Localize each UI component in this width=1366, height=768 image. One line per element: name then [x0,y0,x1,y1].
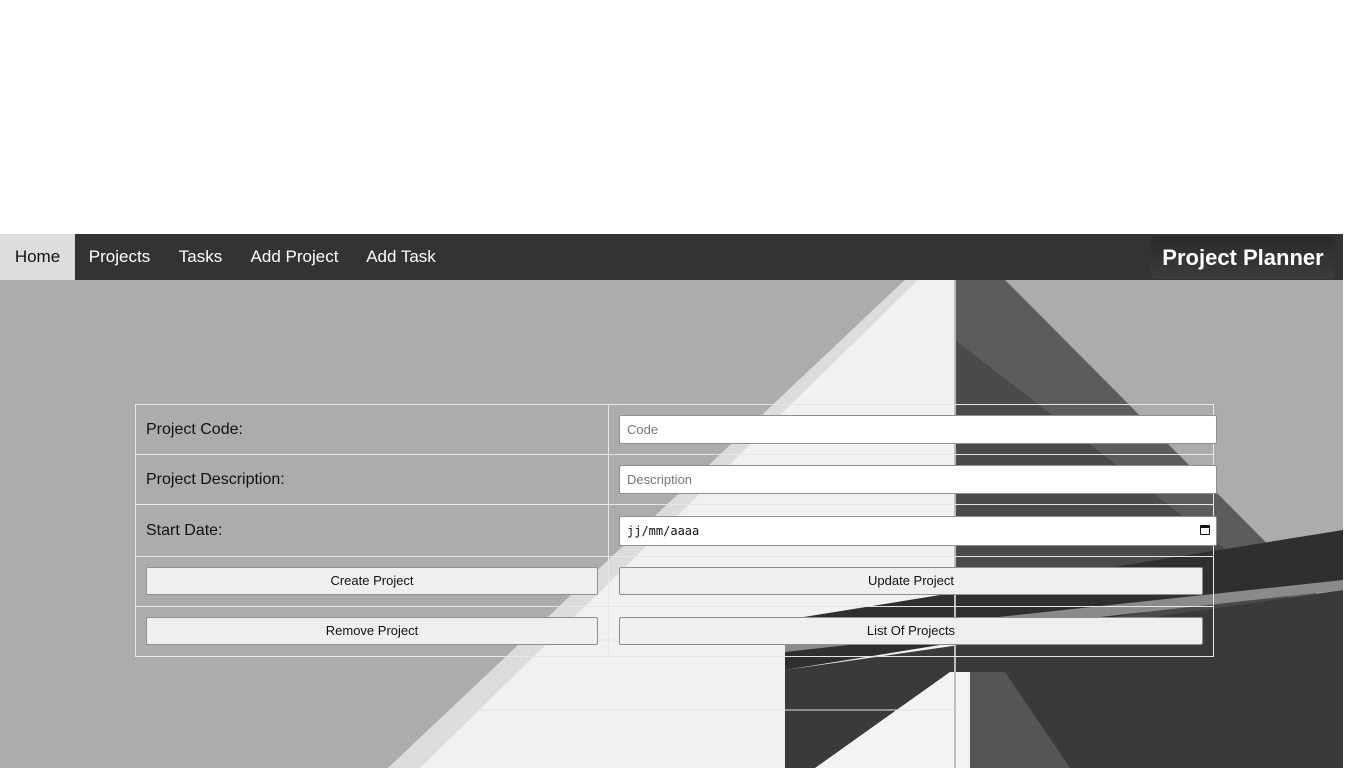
remove-project-button[interactable]: Remove Project [146,617,598,645]
nav-item-add-project[interactable]: Add Project [237,234,352,280]
nav-item-add-task[interactable]: Add Task [352,234,450,280]
project-form-table: Project Code: Project Description: Start… [135,404,1217,657]
brand-title: Project Planner [1151,236,1335,279]
project-code-label: Project Code: [146,421,243,438]
project-description-input[interactable] [619,465,1217,494]
start-date-label: Start Date: [146,522,223,539]
start-date-input[interactable]: jj/mm/aaaa [619,516,1217,546]
row-divider [136,606,1213,607]
project-code-input[interactable] [619,415,1217,444]
create-project-button[interactable]: Create Project [146,567,598,595]
row-divider [136,504,1213,505]
list-of-projects-button[interactable]: List Of Projects [619,617,1203,645]
column-divider [608,405,609,656]
start-date-placeholder: jj/mm/aaaa [627,524,700,538]
calendar-icon[interactable] [1200,525,1210,535]
top-blank-area [0,0,1366,234]
project-description-label: Project Description: [146,471,285,488]
update-project-button[interactable]: Update Project [619,567,1203,595]
row-divider [136,454,1213,455]
nav-item-projects[interactable]: Projects [75,234,164,280]
nav-item-tasks[interactable]: Tasks [164,234,237,280]
nav-item-home[interactable]: Home [0,234,75,280]
row-divider [136,556,1213,557]
top-navbar: Home Projects Tasks Add Project Add Task… [0,234,1343,280]
